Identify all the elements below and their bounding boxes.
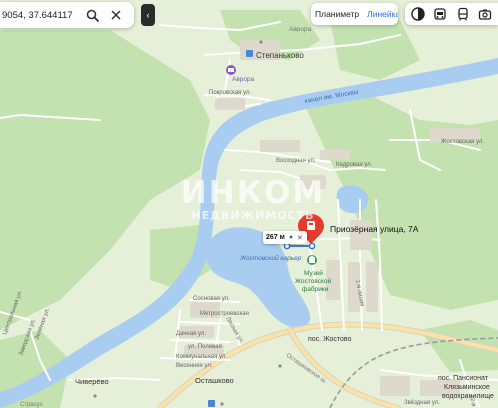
label-kommunalnaya: Коммунальная ул.: [176, 354, 227, 360]
layers-icon: [411, 7, 425, 21]
label-vesennyaya: Весенняя ул.: [176, 363, 213, 369]
search-icon: [86, 9, 99, 22]
label-museum-line3: фабрики: [302, 285, 329, 293]
label-pansionat-1: пос. Пансионат: [438, 375, 489, 382]
label-museum-line2: Жостовской: [295, 277, 331, 285]
ruler-distance: 267 м: [266, 234, 285, 241]
label-zhostovskaya: Жостовская ул.: [441, 139, 484, 145]
transit-icon: [457, 7, 468, 21]
label-chivyrevo: Чиверёво: [75, 377, 109, 386]
museum-marker[interactable]: [307, 255, 317, 265]
label-sosnovaya: Сосновая ул.: [193, 296, 230, 302]
label-zhostovo: пос. Жостово: [308, 336, 352, 343]
layer-controls: [405, 3, 498, 25]
label-stepankovo: Степаньково: [256, 51, 304, 60]
traffic-icon: [434, 8, 447, 20]
label-dachnaya: Дачная ул.: [176, 331, 206, 337]
label-metrostroevskaya: Метростроевская: [200, 311, 249, 317]
transit-button[interactable]: [454, 5, 472, 23]
hotel-marker[interactable]: [226, 65, 236, 75]
ruler-edit-icon[interactable]: [288, 234, 294, 242]
clear-button[interactable]: [104, 2, 128, 28]
ruler-distance-box: 267 м ✕: [263, 231, 307, 244]
label-pansionat-3: водохранилище: [442, 393, 494, 400]
label-zvyozdnaya: Звёздная ул.: [404, 400, 440, 406]
label-pokrovskaya: Покровская ул.: [209, 90, 251, 96]
label-voshodnaya: Восходная ул.: [276, 158, 316, 164]
label-zhostovsky-karer: Жостовский карьер: [239, 254, 302, 262]
label-polevaya: ул. Полевая: [188, 344, 222, 350]
label-address: Приозёрная улица, 7А: [330, 224, 419, 234]
label-museum-line1: Музей: [304, 269, 323, 277]
label-avrora-top: Аврора: [289, 26, 312, 33]
camera-icon: [478, 9, 492, 20]
measure-tools: Планиметр Линейка: [311, 3, 398, 25]
planimeter-button[interactable]: Планиметр: [311, 9, 363, 19]
map-canvas[interactable]: Степаньково Аврора Аврора Покровская ул.…: [0, 0, 498, 408]
search-bar[interactable]: 9054, 37.644117: [0, 2, 134, 28]
ruler-button[interactable]: Линейка: [363, 9, 398, 19]
traffic-button[interactable]: [431, 5, 449, 23]
close-icon: [111, 10, 121, 20]
search-button[interactable]: [80, 2, 104, 28]
layers-button[interactable]: [409, 5, 427, 23]
label-strasse: Страсус: [20, 402, 43, 408]
ruler-end-point[interactable]: [308, 242, 316, 250]
label-pansionat-2: Клязьминское: [444, 384, 490, 391]
collapse-panel-button[interactable]: ‹: [141, 4, 155, 26]
search-input[interactable]: 9054, 37.644117: [0, 10, 80, 21]
label-ostashkovo: Осташково: [195, 376, 234, 385]
label-kedrovaya: Кедровая ул.: [336, 162, 373, 168]
panorama-button[interactable]: [476, 5, 494, 23]
label-avrora-hotel: Аврора: [232, 76, 255, 83]
ruler-start-point[interactable]: [283, 242, 291, 250]
ruler-close-icon[interactable]: ✕: [297, 234, 303, 242]
